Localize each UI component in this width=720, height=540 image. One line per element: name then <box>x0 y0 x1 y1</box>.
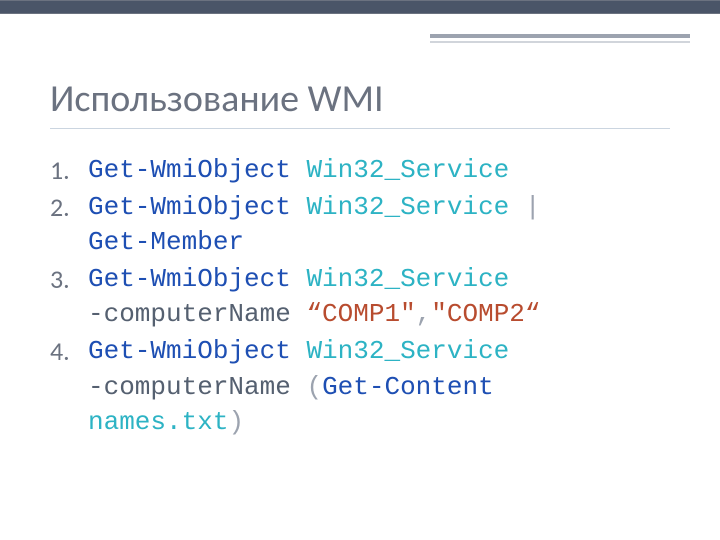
code-list: 1. Get-WmiObject Win32_Service 2. Get-Wm… <box>50 153 670 440</box>
paren-token: ) <box>228 407 244 437</box>
list-number: 1. <box>50 153 88 188</box>
list-number: 4. <box>50 334 88 439</box>
class-token: Win32_Service <box>306 336 509 366</box>
code-line: Get-WmiObject Win32_Service <box>88 153 670 188</box>
header-divider-area <box>0 26 720 56</box>
cmdlet-token: Get-Content <box>322 372 494 402</box>
slide-title: Использование WMI <box>50 76 670 122</box>
code-line: Get-WmiObject Win32_Service -computerNam… <box>88 262 670 332</box>
param-token: -computerName <box>88 299 291 329</box>
title-underline <box>50 128 670 129</box>
filename-token: names.txt <box>88 407 228 437</box>
list-item: 4. Get-WmiObject Win32_Service -computer… <box>50 334 670 439</box>
cmdlet-token: Get-WmiObject <box>88 264 291 294</box>
list-item: 2. Get-WmiObject Win32_Service | Get-Mem… <box>50 190 670 260</box>
list-item: 3. Get-WmiObject Win32_Service -computer… <box>50 262 670 332</box>
list-number: 2. <box>50 190 88 260</box>
slide-top-bar <box>0 0 720 14</box>
slide-content: Использование WMI 1. Get-WmiObject Win32… <box>0 56 720 462</box>
cmdlet-token: Get-WmiObject <box>88 192 291 222</box>
cmdlet-token: Get-Member <box>88 227 244 257</box>
cmdlet-token: Get-WmiObject <box>88 155 291 185</box>
param-token: -computerName <box>88 372 291 402</box>
list-item: 1. Get-WmiObject Win32_Service <box>50 153 670 188</box>
class-token: Win32_Service <box>306 264 509 294</box>
header-accent-line <box>430 34 690 38</box>
code-line: Get-WmiObject Win32_Service | Get-Member <box>88 190 670 260</box>
code-line: Get-WmiObject Win32_Service -computerNam… <box>88 334 670 439</box>
cmdlet-token: Get-WmiObject <box>88 336 291 366</box>
pipe-token: | <box>525 192 541 222</box>
string-token: "COMP2“ <box>431 299 540 329</box>
string-token: “COMP1" <box>306 299 415 329</box>
paren-token: ( <box>306 372 322 402</box>
list-number: 3. <box>50 262 88 332</box>
class-token: Win32_Service <box>306 192 509 222</box>
comma-token: , <box>416 299 432 329</box>
class-token: Win32_Service <box>306 155 509 185</box>
